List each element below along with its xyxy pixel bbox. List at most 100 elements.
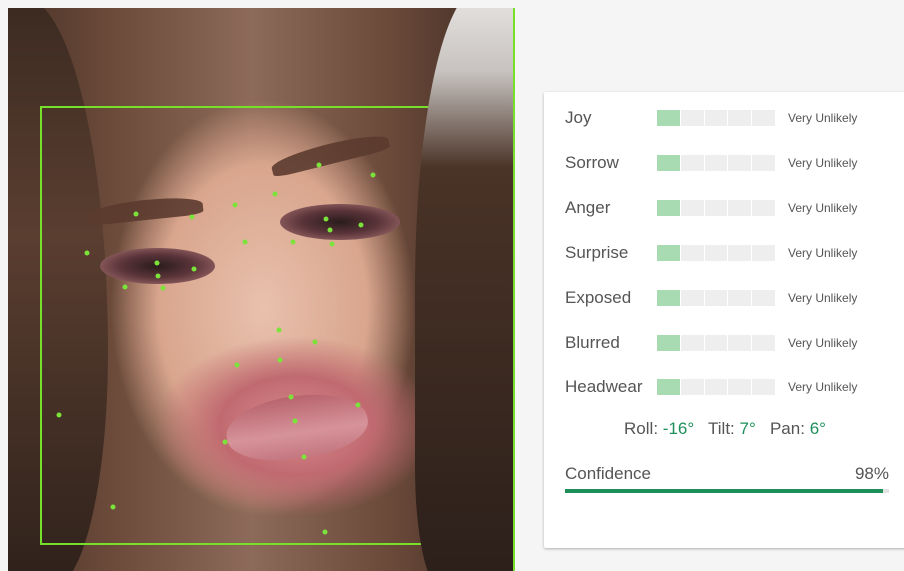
attribute-label: Joy [565, 108, 592, 127]
landmark-dot [222, 439, 228, 445]
landmark-dot [234, 362, 240, 368]
tilt-label: Tilt: [708, 419, 735, 438]
likelihood-value: Very Unlikely [788, 201, 858, 215]
meter-segment [752, 290, 775, 306]
meter-segment [680, 290, 704, 306]
landmark-dot [154, 260, 160, 266]
meter-segment [728, 245, 752, 261]
likelihood-meter [657, 335, 775, 351]
landmark-dot [232, 202, 238, 208]
attribute-label: Exposed [565, 288, 632, 307]
meter-segment [657, 110, 680, 126]
landmark-dot [312, 339, 318, 345]
meter-segment [728, 290, 752, 306]
confidence-bar-fill [565, 489, 883, 493]
landmark-dot [276, 327, 282, 333]
face-photo [8, 8, 515, 571]
landmark-dot [122, 284, 128, 290]
face-analysis-card: Joy Very Unlikely Sorrow Very Unlikely Anger… [544, 92, 904, 548]
meter-segment [657, 379, 680, 395]
likelihood-meter [657, 245, 775, 261]
landmark-dot [133, 211, 139, 217]
attribute-label: Surprise [565, 243, 629, 262]
landmark-dot [189, 214, 195, 220]
likelihood-value: Very Unlikely [788, 111, 858, 125]
roll-label: Roll: [624, 419, 659, 438]
meter-segment [704, 155, 728, 171]
likelihood-meter [657, 110, 775, 126]
likelihood-value: Very Unlikely [788, 291, 858, 305]
attribute-label: Headwear [565, 377, 643, 396]
landmark-dot [316, 162, 322, 168]
meter-segment [704, 245, 728, 261]
meter-segment [680, 155, 704, 171]
likelihood-value: Very Unlikely [788, 156, 858, 170]
confidence-value: 98% [854, 464, 889, 483]
landmark-dot [290, 239, 296, 245]
meter-segment [657, 245, 680, 261]
meter-segment [680, 335, 704, 351]
head-angles: Roll: -16° Tilt: 7° Pan: 6° [544, 419, 904, 439]
meter-segment [704, 200, 728, 216]
meter-segment [728, 155, 752, 171]
confidence-bar [565, 489, 889, 493]
meter-segment [704, 379, 728, 395]
meter-segment [657, 290, 680, 306]
meter-segment [728, 335, 752, 351]
likelihood-value: Very Unlikely [788, 380, 858, 394]
landmark-dot [84, 250, 90, 256]
likelihood-value: Very Unlikely [788, 336, 858, 350]
landmark-dot [370, 172, 376, 178]
landmark-dot [272, 191, 278, 197]
likelihood-value: Very Unlikely [788, 246, 858, 260]
meter-segment [728, 200, 752, 216]
meter-segment [728, 110, 752, 126]
likelihood-meter [657, 290, 775, 306]
landmark-dot [277, 357, 283, 363]
meter-segment [657, 155, 680, 171]
meter-segment [752, 155, 775, 171]
pan-label: Pan: [769, 419, 805, 438]
roll-value: -16° [662, 419, 695, 438]
likelihood-meter [657, 379, 775, 395]
meter-segment [680, 200, 704, 216]
landmark-dot [327, 227, 333, 233]
landmark-dot [323, 216, 329, 222]
landmark-dot [358, 222, 364, 228]
landmark-dot [155, 273, 161, 279]
meter-segment [752, 379, 775, 395]
landmark-dot [191, 266, 197, 272]
face-bounding-box [40, 106, 486, 545]
landmark-dot [288, 394, 294, 400]
landmark-dot [355, 402, 361, 408]
landmark-dot [110, 504, 116, 510]
meter-segment [657, 200, 680, 216]
likelihood-meter [657, 155, 775, 171]
pan-value: 6° [809, 419, 826, 438]
meter-segment [657, 335, 680, 351]
landmark-dot [455, 412, 461, 418]
landmark-dot [329, 241, 335, 247]
meter-segment [680, 245, 704, 261]
landmark-dot [160, 285, 166, 291]
meter-segment [680, 379, 704, 395]
shirt [438, 448, 515, 571]
meter-segment [704, 110, 728, 126]
likelihood-meter [657, 200, 775, 216]
confidence-label: Confidence [565, 464, 652, 483]
meter-segment [680, 110, 704, 126]
attribute-label: Blurred [565, 333, 620, 352]
meter-segment [752, 200, 775, 216]
meter-segment [752, 245, 775, 261]
meter-segment [704, 290, 728, 306]
landmark-dot [438, 311, 444, 317]
meter-segment [752, 110, 775, 126]
image-border [513, 8, 515, 571]
meter-segment [728, 379, 752, 395]
attribute-label: Sorrow [565, 153, 619, 172]
meter-segment [752, 335, 775, 351]
landmark-dot [322, 529, 328, 535]
landmark-dot [242, 239, 248, 245]
landmark-dot [292, 418, 298, 424]
landmark-dot [56, 412, 62, 418]
